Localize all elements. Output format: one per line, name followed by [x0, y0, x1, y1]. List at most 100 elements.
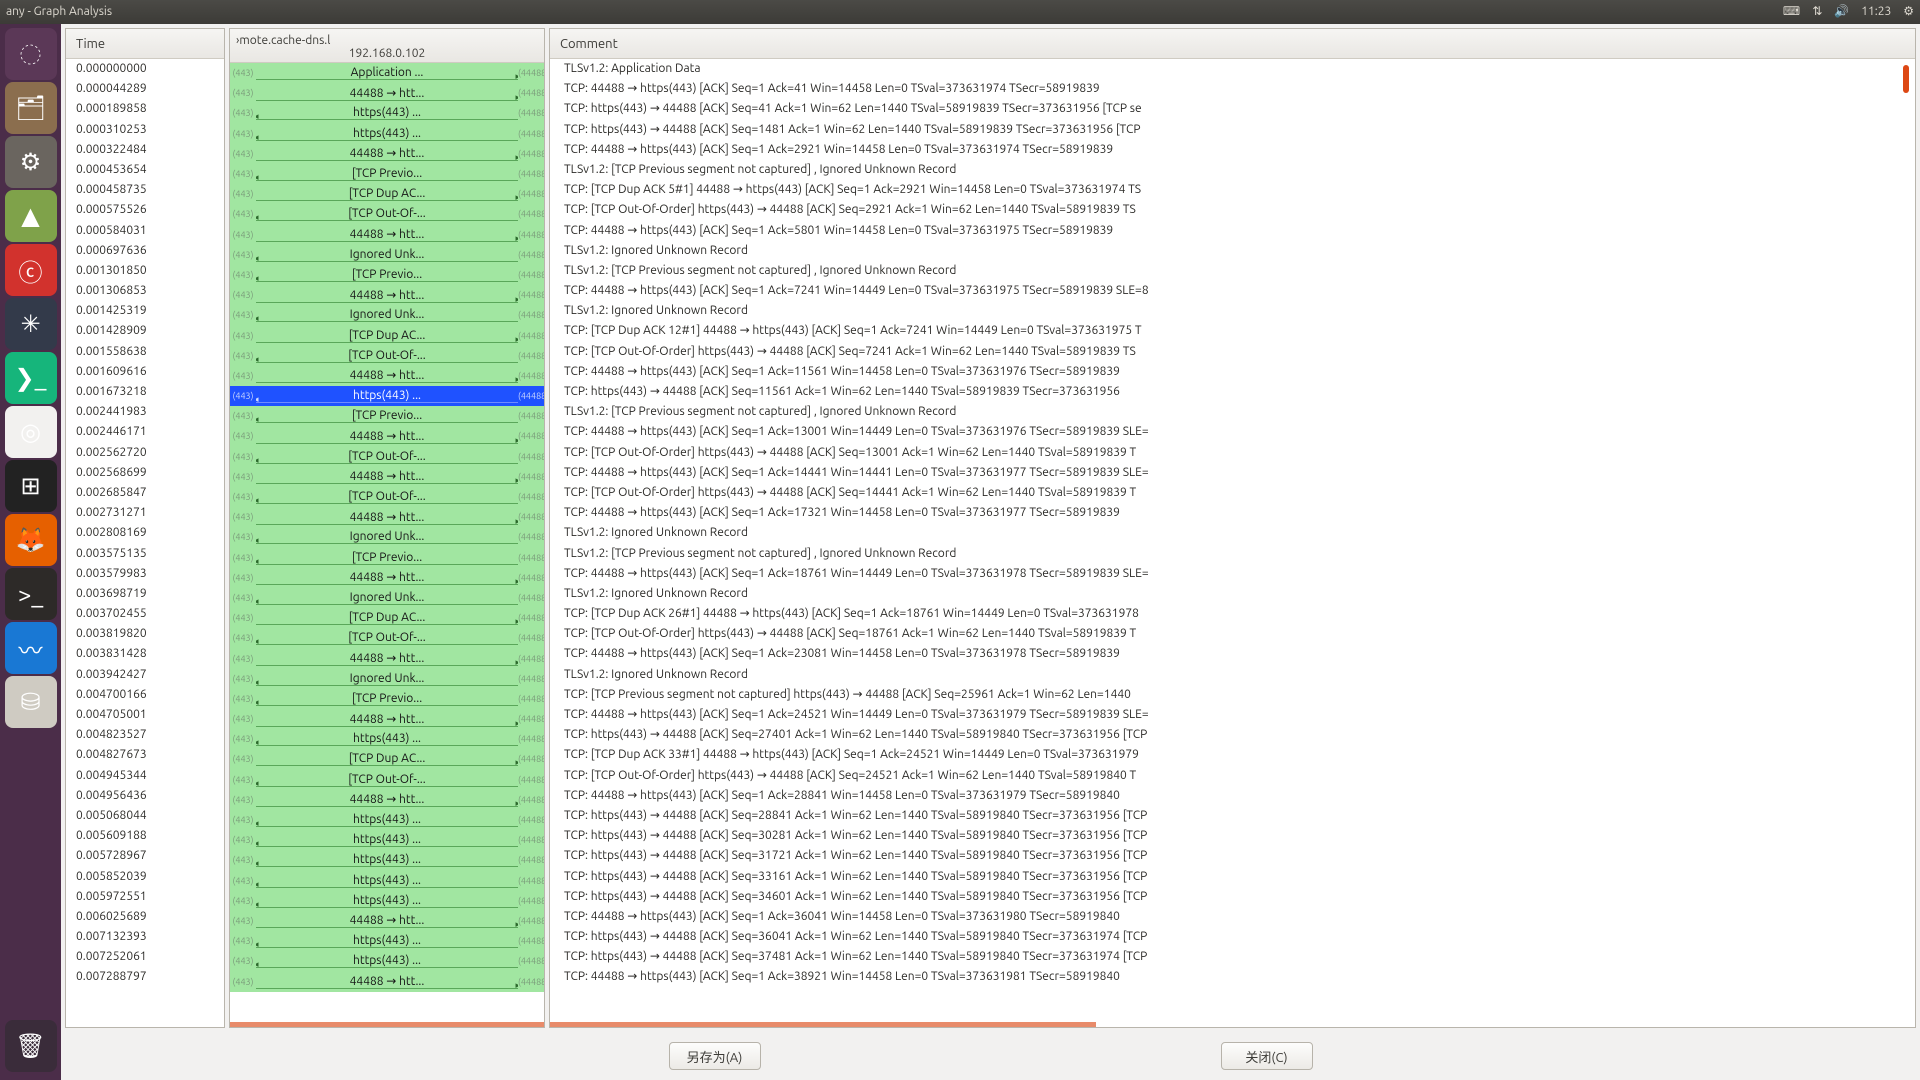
comment-cell[interactable]: TCP: https(443) → 44488 [ACK] Seq=41 Ack…	[550, 99, 1915, 119]
launcher-drive-icon[interactable]: ⛁	[5, 676, 57, 728]
launcher-wireshark-icon[interactable]: 〰	[5, 622, 57, 674]
launcher-files-icon[interactable]: 🗂	[5, 82, 57, 134]
flow-row[interactable]: (443)https(443) ...(44488)	[230, 810, 544, 830]
comment-cell[interactable]: TCP: [TCP Dup ACK 5#1] 44488 → https(443…	[550, 180, 1915, 200]
time-cell[interactable]: 0.003579983	[66, 564, 224, 584]
clock[interactable]: 11:23	[1861, 0, 1891, 24]
launcher-chrome-icon[interactable]: ◎	[5, 406, 57, 458]
launcher-obs-icon[interactable]: ✳	[5, 298, 57, 350]
flow-row[interactable]: (443)[TCP Out-Of-...(44488)	[230, 487, 544, 507]
comment-cell[interactable]: TLSv1.2: [TCP Previous segment not captu…	[550, 160, 1915, 180]
flow-row[interactable]: (443)https(443) ...(44488)	[230, 386, 544, 406]
comment-cell[interactable]: TCP: 44488 → https(443) [ACK] Seq=1 Ack=…	[550, 422, 1915, 442]
time-cell[interactable]: 0.001673218	[66, 382, 224, 402]
sound-icon[interactable]: 🔊	[1834, 0, 1849, 24]
comment-cell[interactable]: TCP: 44488 → https(443) [ACK] Seq=1 Ack=…	[550, 221, 1915, 241]
flow-row[interactable]: (443)44488 → htt...(44488)	[230, 568, 544, 588]
time-cell[interactable]: 0.003702455	[66, 604, 224, 624]
flow-row[interactable]: (443)[TCP Dup AC...(44488)	[230, 749, 544, 769]
flow-row[interactable]: (443)44488 → htt...(44488)	[230, 709, 544, 729]
flow-row[interactable]: (443)Application ...(44488)	[230, 63, 544, 83]
flow-row[interactable]: (443)44488 → htt...(44488)	[230, 507, 544, 527]
comment-cell[interactable]: TCP: 44488 → https(443) [ACK] Seq=1 Ack=…	[550, 564, 1915, 584]
time-header[interactable]: Time	[66, 37, 115, 51]
comment-cell[interactable]: TCP: 44488 → https(443) [ACK] Seq=1 Ack=…	[550, 705, 1915, 725]
comment-cell[interactable]: TCP: https(443) → 44488 [ACK] Seq=27401 …	[550, 725, 1915, 745]
time-cell[interactable]: 0.001306853	[66, 281, 224, 301]
time-cell[interactable]: 0.005068044	[66, 806, 224, 826]
flow-row[interactable]: (443)44488 → htt...(44488)	[230, 225, 544, 245]
time-cell[interactable]: 0.007252061	[66, 947, 224, 967]
comment-cell[interactable]: TLSv1.2: Ignored Unknown Record	[550, 301, 1915, 321]
time-cell[interactable]: 0.005852039	[66, 867, 224, 887]
flow-row[interactable]: (443)Ignored Unk...(44488)	[230, 527, 544, 547]
time-cell[interactable]: 0.002808169	[66, 523, 224, 543]
time-cell[interactable]: 0.002441983	[66, 402, 224, 422]
flow-row[interactable]: (443)https(443) ...(44488)	[230, 124, 544, 144]
launcher-android-studio-icon[interactable]: ▲	[5, 190, 57, 242]
comment-cell[interactable]: TCP: https(443) → 44488 [ACK] Seq=1481 A…	[550, 120, 1915, 140]
comment-cell[interactable]: TLSv1.2: Application Data	[550, 59, 1915, 79]
comment-cell[interactable]: TCP: https(443) → 44488 [ACK] Seq=34601 …	[550, 887, 1915, 907]
time-cell[interactable]: 0.003819820	[66, 624, 224, 644]
comment-cell[interactable]: TCP: [TCP Out-Of-Order] https(443) → 444…	[550, 443, 1915, 463]
time-cell[interactable]: 0.000310253	[66, 120, 224, 140]
v-scrollbar[interactable]	[1903, 65, 1909, 93]
flow-row[interactable]: (443)44488 → htt...(44488)	[230, 83, 544, 103]
flow-row[interactable]: (443)44488 → htt...(44488)	[230, 144, 544, 164]
flow-row[interactable]: (443)[TCP Previo...(44488)	[230, 406, 544, 426]
flow-row[interactable]: (443)[TCP Out-Of-...(44488)	[230, 770, 544, 790]
comment-cell[interactable]: TCP: [TCP Out-Of-Order] https(443) → 444…	[550, 483, 1915, 503]
time-cell[interactable]: 0.001558638	[66, 342, 224, 362]
time-cell[interactable]: 0.000584031	[66, 221, 224, 241]
launcher-terminal-green-icon[interactable]: ❯_	[5, 352, 57, 404]
time-cell[interactable]: 0.001428909	[66, 321, 224, 341]
flow-row[interactable]: (443)https(443) ...(44488)	[230, 871, 544, 891]
flow-row[interactable]: (443)44488 → htt...(44488)	[230, 366, 544, 386]
time-cell[interactable]: 0.002685847	[66, 483, 224, 503]
comment-cell[interactable]: TLSv1.2: Ignored Unknown Record	[550, 584, 1915, 604]
comment-cell[interactable]: TCP: https(443) → 44488 [ACK] Seq=33161 …	[550, 867, 1915, 887]
comment-cell[interactable]: TCP: 44488 → https(443) [ACK] Seq=1 Ack=…	[550, 644, 1915, 664]
launcher-netease-music-icon[interactable]: ⓒ	[5, 244, 57, 296]
flow-row[interactable]: (443)[TCP Dup AC...(44488)	[230, 184, 544, 204]
time-cell[interactable]: 0.004705001	[66, 705, 224, 725]
comment-cell[interactable]: TLSv1.2: Ignored Unknown Record	[550, 523, 1915, 543]
time-cell[interactable]: 0.003698719	[66, 584, 224, 604]
network-icon[interactable]: ⇅	[1812, 0, 1822, 24]
comment-cell[interactable]: TCP: [TCP Dup ACK 26#1] 44488 → https(44…	[550, 604, 1915, 624]
keyboard-indicator-icon[interactable]: ⌨	[1783, 0, 1800, 24]
comment-cell[interactable]: TLSv1.2: Ignored Unknown Record	[550, 665, 1915, 685]
comment-cell[interactable]: TCP: 44488 → https(443) [ACK] Seq=1 Ack=…	[550, 463, 1915, 483]
flow-row[interactable]: (443)[TCP Dup AC...(44488)	[230, 608, 544, 628]
comment-cell[interactable]: TCP: [TCP Out-Of-Order] https(443) → 444…	[550, 624, 1915, 644]
gear-icon[interactable]: ⚙	[1903, 0, 1914, 24]
flow-row[interactable]: (443)https(443) ...(44488)	[230, 951, 544, 971]
time-cell[interactable]: 0.001425319	[66, 301, 224, 321]
launcher-firefox-icon[interactable]: 🦊	[5, 514, 57, 566]
time-cell[interactable]: 0.005728967	[66, 846, 224, 866]
h-scrollbar[interactable]	[550, 1022, 1096, 1027]
comment-cell[interactable]: TCP: 44488 → https(443) [ACK] Seq=1 Ack=…	[550, 140, 1915, 160]
comment-cell[interactable]: TCP: [TCP Dup ACK 12#1] 44488 → https(44…	[550, 321, 1915, 341]
comment-cell[interactable]: TCP: [TCP Dup ACK 33#1] 44488 → https(44…	[550, 745, 1915, 765]
save-as-button[interactable]: 另存为(A)	[669, 1042, 761, 1070]
launcher-trash-icon[interactable]: 🗑	[5, 1020, 57, 1072]
flow-row[interactable]: (443)[TCP Out-Of-...(44488)	[230, 204, 544, 224]
time-cell[interactable]: 0.004945344	[66, 766, 224, 786]
flow-header-ip[interactable]: 192.168.0.102	[230, 47, 544, 60]
time-cell[interactable]: 0.007132393	[66, 927, 224, 947]
time-cell[interactable]: 0.004700166	[66, 685, 224, 705]
flow-row[interactable]: (443)https(443) ...(44488)	[230, 830, 544, 850]
flow-row[interactable]: (443)Ignored Unk...(44488)	[230, 669, 544, 689]
flow-row[interactable]: (443)[TCP Previo...(44488)	[230, 689, 544, 709]
flow-row[interactable]: (443)44488 → htt...(44488)	[230, 911, 544, 931]
time-cell[interactable]: 0.000044289	[66, 79, 224, 99]
time-cell[interactable]: 0.000453654	[66, 160, 224, 180]
time-cell[interactable]: 0.004823527	[66, 725, 224, 745]
time-cell[interactable]: 0.002731271	[66, 503, 224, 523]
time-cell[interactable]: 0.001609616	[66, 362, 224, 382]
flow-row[interactable]: (443)[TCP Out-Of-...(44488)	[230, 447, 544, 467]
comment-cell[interactable]: TCP: 44488 → https(443) [ACK] Seq=1 Ack=…	[550, 79, 1915, 99]
flow-row[interactable]: (443)44488 → htt...(44488)	[230, 971, 544, 991]
